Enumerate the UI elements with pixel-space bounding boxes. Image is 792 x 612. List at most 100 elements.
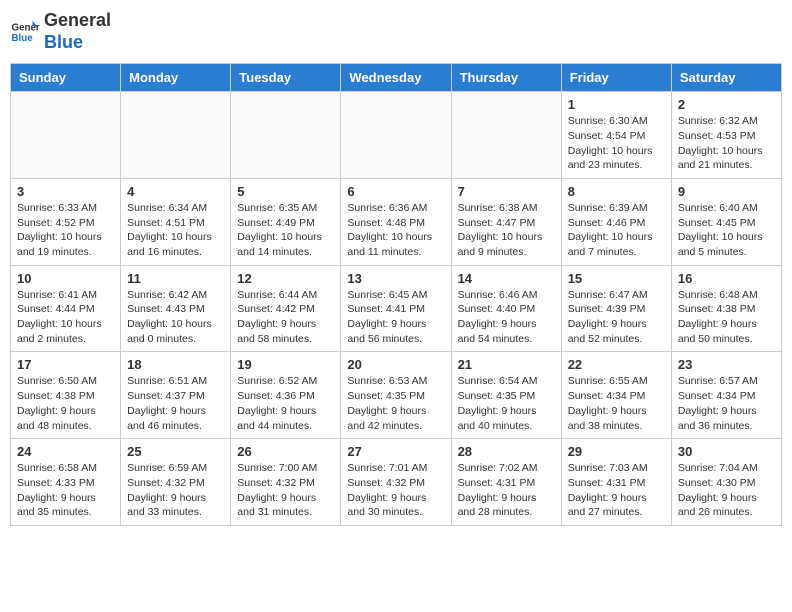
day-number: 7 — [458, 184, 555, 199]
header-row: SundayMondayTuesdayWednesdayThursdayFrid… — [11, 64, 782, 92]
day-number: 16 — [678, 271, 775, 286]
calendar-cell: 9 Sunrise: 6:40 AM Sunset: 4:45 PM Daylig… — [671, 178, 781, 265]
day-number: 3 — [17, 184, 114, 199]
calendar-cell: 6 Sunrise: 6:36 AM Sunset: 4:48 PM Daylig… — [341, 178, 451, 265]
day-info: Sunrise: 7:00 AM Sunset: 4:32 PM Dayligh… — [237, 461, 334, 520]
day-header-friday: Friday — [561, 64, 671, 92]
day-header-thursday: Thursday — [451, 64, 561, 92]
day-number: 27 — [347, 444, 444, 459]
day-number: 26 — [237, 444, 334, 459]
day-number: 10 — [17, 271, 114, 286]
calendar-cell: 10 Sunrise: 6:41 AM Sunset: 4:44 PM Dayli… — [11, 265, 121, 352]
day-info: Sunrise: 6:45 AM Sunset: 4:41 PM Dayligh… — [347, 288, 444, 347]
day-info: Sunrise: 6:41 AM Sunset: 4:44 PM Dayligh… — [17, 288, 114, 347]
day-number: 18 — [127, 357, 224, 372]
day-info: Sunrise: 6:52 AM Sunset: 4:36 PM Dayligh… — [237, 374, 334, 433]
day-number: 2 — [678, 97, 775, 112]
day-info: Sunrise: 6:39 AM Sunset: 4:46 PM Dayligh… — [568, 201, 665, 260]
day-info: Sunrise: 6:48 AM Sunset: 4:38 PM Dayligh… — [678, 288, 775, 347]
day-info: Sunrise: 6:58 AM Sunset: 4:33 PM Dayligh… — [17, 461, 114, 520]
day-number: 6 — [347, 184, 444, 199]
logo: General Blue General Blue — [10, 10, 111, 53]
day-number: 23 — [678, 357, 775, 372]
calendar-cell: 15 Sunrise: 6:47 AM Sunset: 4:39 PM Dayli… — [561, 265, 671, 352]
day-info: Sunrise: 7:03 AM Sunset: 4:31 PM Dayligh… — [568, 461, 665, 520]
day-info: Sunrise: 7:04 AM Sunset: 4:30 PM Dayligh… — [678, 461, 775, 520]
day-number: 22 — [568, 357, 665, 372]
calendar-cell: 3 Sunrise: 6:33 AM Sunset: 4:52 PM Daylig… — [11, 178, 121, 265]
calendar-cell: 8 Sunrise: 6:39 AM Sunset: 4:46 PM Daylig… — [561, 178, 671, 265]
day-header-tuesday: Tuesday — [231, 64, 341, 92]
week-row-1: 1 Sunrise: 6:30 AM Sunset: 4:54 PM Daylig… — [11, 92, 782, 179]
day-number: 5 — [237, 184, 334, 199]
logo-blue: Blue — [44, 32, 111, 54]
calendar-cell — [341, 92, 451, 179]
day-number: 25 — [127, 444, 224, 459]
calendar-cell: 29Sunrise: 7:03 AM Sunset: 4:31 PM Dayli… — [561, 439, 671, 526]
day-number: 30 — [678, 444, 775, 459]
svg-text:Blue: Blue — [12, 33, 34, 44]
logo-icon: General Blue — [10, 17, 40, 47]
day-info: Sunrise: 6:36 AM Sunset: 4:48 PM Dayligh… — [347, 201, 444, 260]
logo-text: General Blue — [44, 10, 111, 53]
day-number: 9 — [678, 184, 775, 199]
day-number: 4 — [127, 184, 224, 199]
day-info: Sunrise: 6:40 AM Sunset: 4:45 PM Dayligh… — [678, 201, 775, 260]
day-info: Sunrise: 6:54 AM Sunset: 4:35 PM Dayligh… — [458, 374, 555, 433]
day-info: Sunrise: 6:33 AM Sunset: 4:52 PM Dayligh… — [17, 201, 114, 260]
calendar-cell: 28Sunrise: 7:02 AM Sunset: 4:31 PM Dayli… — [451, 439, 561, 526]
day-number: 17 — [17, 357, 114, 372]
day-header-wednesday: Wednesday — [341, 64, 451, 92]
calendar-cell: 17 Sunrise: 6:50 AM Sunset: 4:38 PM Dayli… — [11, 352, 121, 439]
day-header-sunday: Sunday — [11, 64, 121, 92]
calendar-cell: 27Sunrise: 7:01 AM Sunset: 4:32 PM Dayli… — [341, 439, 451, 526]
week-row-4: 17 Sunrise: 6:50 AM Sunset: 4:38 PM Dayli… — [11, 352, 782, 439]
day-info: Sunrise: 7:02 AM Sunset: 4:31 PM Dayligh… — [458, 461, 555, 520]
day-info: Sunrise: 6:47 AM Sunset: 4:39 PM Dayligh… — [568, 288, 665, 347]
day-number: 12 — [237, 271, 334, 286]
calendar-cell: 30 Sunrise: 7:04 AM Sunset: 4:30 PM Dayli… — [671, 439, 781, 526]
calendar-cell: 24 Sunrise: 6:58 AM Sunset: 4:33 PM Dayli… — [11, 439, 121, 526]
day-info: Sunrise: 6:51 AM Sunset: 4:37 PM Dayligh… — [127, 374, 224, 433]
calendar-table: SundayMondayTuesdayWednesdayThursdayFrid… — [10, 63, 782, 526]
day-info: Sunrise: 6:35 AM Sunset: 4:49 PM Dayligh… — [237, 201, 334, 260]
day-number: 20 — [347, 357, 444, 372]
day-info: Sunrise: 6:44 AM Sunset: 4:42 PM Dayligh… — [237, 288, 334, 347]
day-number: 24 — [17, 444, 114, 459]
logo-general: General — [44, 10, 111, 32]
day-number: 19 — [237, 357, 334, 372]
day-number: 11 — [127, 271, 224, 286]
day-info: Sunrise: 6:42 AM Sunset: 4:43 PM Dayligh… — [127, 288, 224, 347]
day-info: Sunrise: 6:57 AM Sunset: 4:34 PM Dayligh… — [678, 374, 775, 433]
calendar-cell: 7 Sunrise: 6:38 AM Sunset: 4:47 PM Daylig… — [451, 178, 561, 265]
day-info: Sunrise: 6:59 AM Sunset: 4:32 PM Dayligh… — [127, 461, 224, 520]
day-info: Sunrise: 6:46 AM Sunset: 4:40 PM Dayligh… — [458, 288, 555, 347]
day-info: Sunrise: 6:30 AM Sunset: 4:54 PM Dayligh… — [568, 114, 665, 173]
calendar-cell: 22 Sunrise: 6:55 AM Sunset: 4:34 PM Dayli… — [561, 352, 671, 439]
week-row-2: 3 Sunrise: 6:33 AM Sunset: 4:52 PM Daylig… — [11, 178, 782, 265]
day-info: Sunrise: 6:38 AM Sunset: 4:47 PM Dayligh… — [458, 201, 555, 260]
calendar-cell: 21 Sunrise: 6:54 AM Sunset: 4:35 PM Dayli… — [451, 352, 561, 439]
day-info: Sunrise: 6:32 AM Sunset: 4:53 PM Dayligh… — [678, 114, 775, 173]
calendar-cell: 1 Sunrise: 6:30 AM Sunset: 4:54 PM Daylig… — [561, 92, 671, 179]
calendar-cell: 19 Sunrise: 6:52 AM Sunset: 4:36 PM Dayli… — [231, 352, 341, 439]
calendar-cell: 14 Sunrise: 6:46 AM Sunset: 4:40 PM Dayli… — [451, 265, 561, 352]
calendar-cell — [121, 92, 231, 179]
day-number: 15 — [568, 271, 665, 286]
day-number: 14 — [458, 271, 555, 286]
calendar-cell: 16 Sunrise: 6:48 AM Sunset: 4:38 PM Dayli… — [671, 265, 781, 352]
calendar-cell: 12 Sunrise: 6:44 AM Sunset: 4:42 PM Dayli… — [231, 265, 341, 352]
day-number: 8 — [568, 184, 665, 199]
calendar-cell: 11 Sunrise: 6:42 AM Sunset: 4:43 PM Dayli… — [121, 265, 231, 352]
day-number: 1 — [568, 97, 665, 112]
day-info: Sunrise: 6:50 AM Sunset: 4:38 PM Dayligh… — [17, 374, 114, 433]
calendar-cell: 25 Sunrise: 6:59 AM Sunset: 4:32 PM Dayli… — [121, 439, 231, 526]
day-header-monday: Monday — [121, 64, 231, 92]
day-info: Sunrise: 6:34 AM Sunset: 4:51 PM Dayligh… — [127, 201, 224, 260]
calendar-cell — [231, 92, 341, 179]
day-number: 21 — [458, 357, 555, 372]
day-number: 13 — [347, 271, 444, 286]
week-row-5: 24 Sunrise: 6:58 AM Sunset: 4:33 PM Dayli… — [11, 439, 782, 526]
calendar-cell: 4 Sunrise: 6:34 AM Sunset: 4:51 PM Daylig… — [121, 178, 231, 265]
day-info: Sunrise: 6:55 AM Sunset: 4:34 PM Dayligh… — [568, 374, 665, 433]
